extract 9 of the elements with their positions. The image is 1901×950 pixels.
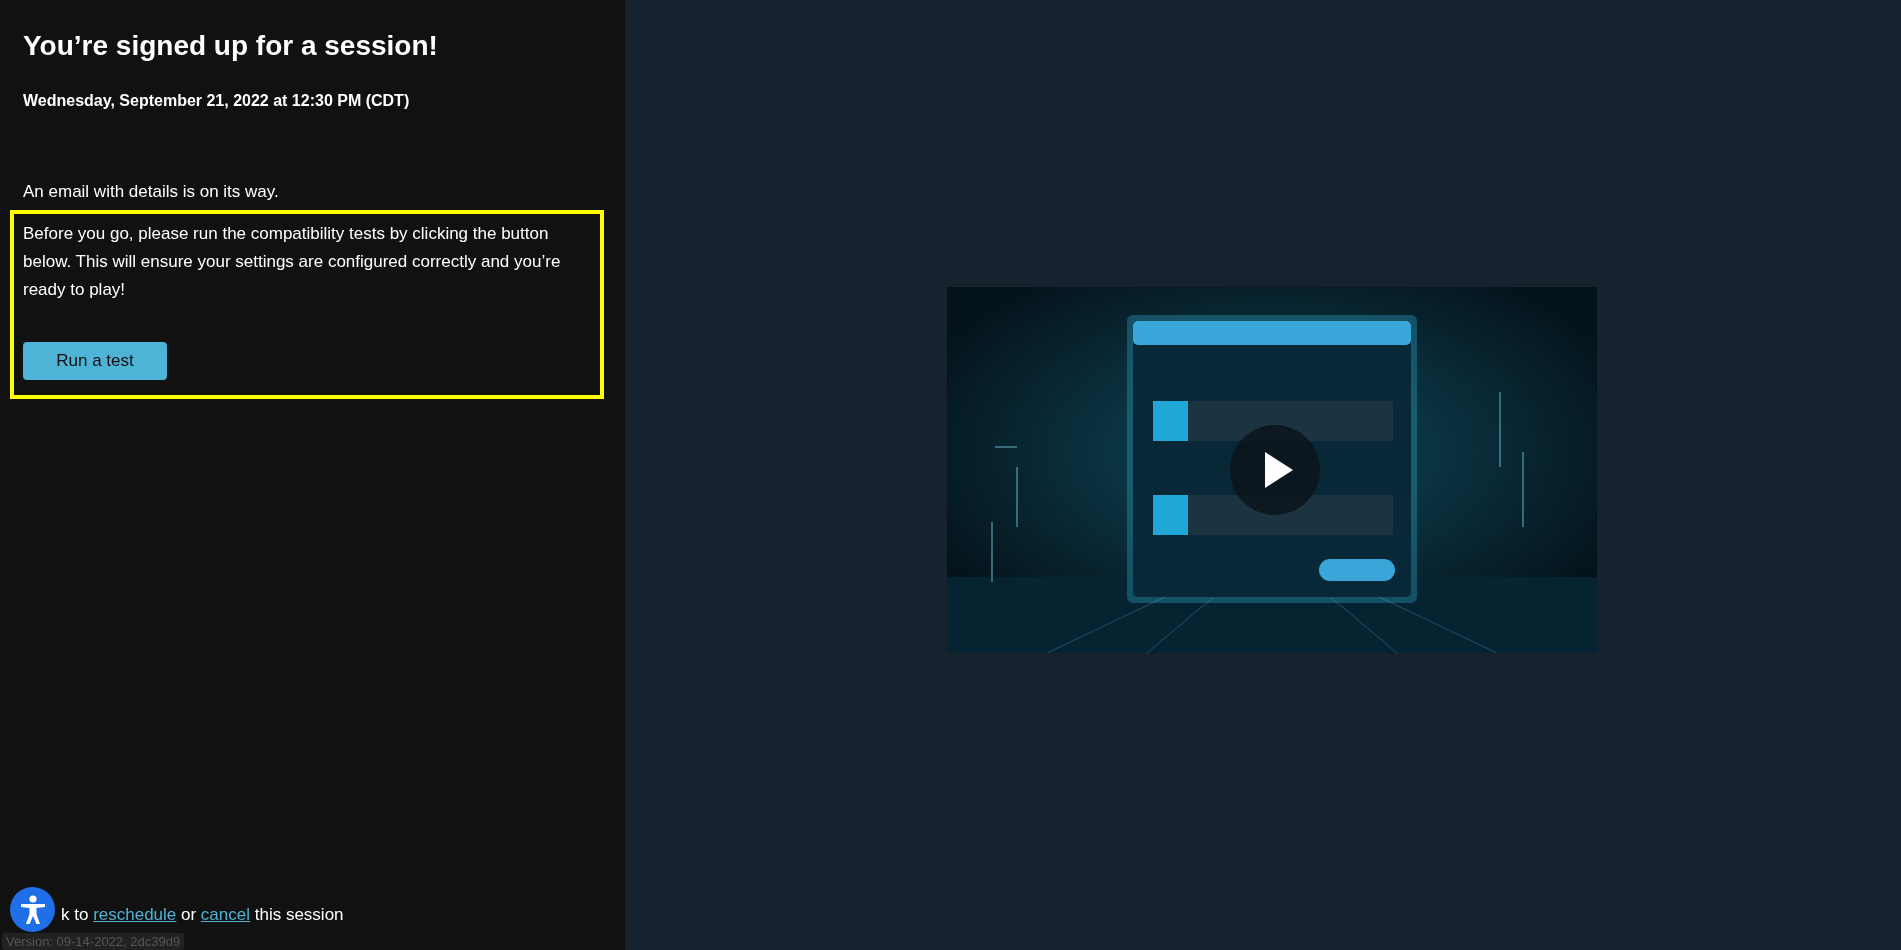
session-datetime: Wednesday, September 21, 2022 at 12:30 PM (CDT) <box>23 92 411 110</box>
person-icon <box>18 894 47 925</box>
email-note: An email with details is on its way. <box>23 182 280 202</box>
instructions-text: Before you go, please run the compatibility tests by clicking the button below. This will ensure your settings are configured correctly and you’re ready to play! <box>23 223 562 301</box>
session-link[interactable]: cancel <box>200 905 250 924</box>
run-test-button[interactable]: Run a test <box>23 342 167 380</box>
accessibility-button[interactable] <box>10 887 55 932</box>
page-title: You’re signed up for a session! <box>23 30 439 62</box>
session-link[interactable]: reschedule <box>93 905 177 924</box>
